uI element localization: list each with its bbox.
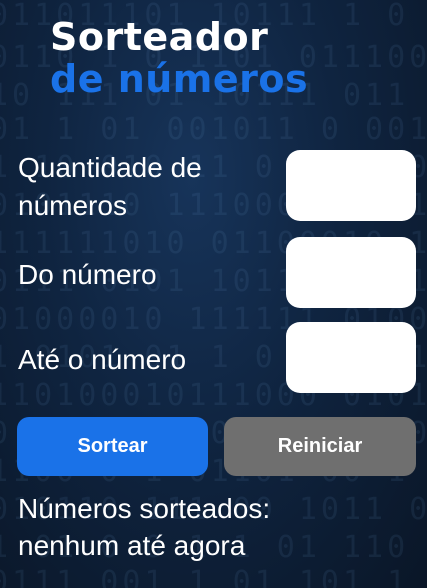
reset-button[interactable]: Reiniciar (224, 417, 416, 476)
from-number-label: Do número (18, 259, 157, 290)
result-area: Números sorteados: nenhum até agora (18, 490, 270, 564)
binary-decoration: 0111 001 1 01 101 1 011 (0, 565, 427, 588)
result-heading: Números sorteados: (18, 493, 271, 524)
page-title: Sorteador de números (50, 16, 308, 100)
to-number-label: Até o número (18, 344, 187, 375)
title-line-1: Sorteador (50, 15, 269, 59)
quantity-input[interactable] (286, 150, 416, 221)
to-number-input[interactable] (286, 322, 416, 393)
result-text: nenhum até agora (18, 530, 246, 561)
draw-button[interactable]: Sortear (17, 417, 208, 476)
from-number-input[interactable] (286, 237, 416, 308)
binary-decoration: 01 1 01 001011 0 001011 (0, 112, 427, 147)
title-line-2: de números (50, 57, 309, 101)
quantity-label: Quantidade de números (18, 152, 202, 221)
